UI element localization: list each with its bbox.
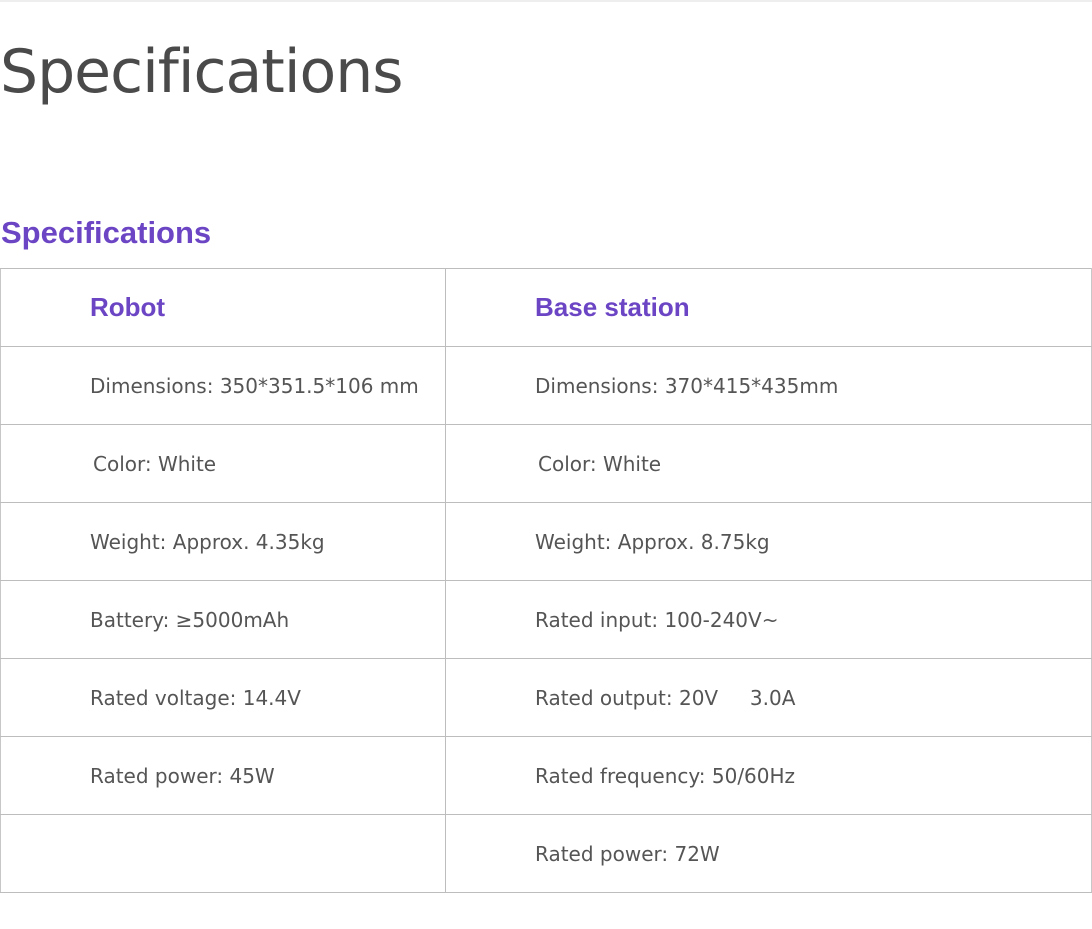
robot-spec-cell: Battery: ≥5000mAh	[0, 580, 446, 659]
base-spec-cell: Rated output: 20V 3.0A	[445, 658, 1092, 737]
table-row: Rated voltage: 14.4V Rated output: 20V 3…	[0, 658, 1092, 737]
table-row: Weight: Approx. 4.35kg Weight: Approx. 8…	[0, 502, 1092, 581]
base-weight: Weight: Approx. 8.75kg	[535, 529, 770, 554]
base-rated-output: Rated output: 20V 3.0A	[535, 685, 796, 710]
base-rated-power: Rated power: 72W	[535, 841, 720, 866]
robot-spec-cell: Weight: Approx. 4.35kg	[0, 502, 446, 581]
robot-weight: Weight: Approx. 4.35kg	[90, 529, 325, 554]
column-header-robot: Robot	[90, 292, 166, 322]
header-cell-robot: Robot	[0, 268, 446, 347]
robot-spec-cell: Color: White	[0, 424, 446, 503]
robot-rated-power: Rated power: 45W	[90, 763, 275, 788]
robot-battery: Battery: ≥5000mAh	[90, 607, 290, 632]
table-row: Battery: ≥5000mAh Rated input: 100-240V~	[0, 580, 1092, 659]
section-title: Specifications	[1, 215, 212, 250]
table-header-row: Robot Base station	[0, 268, 1092, 347]
table-row: Color: White Color: White	[0, 424, 1092, 503]
header-cell-base-station: Base station	[445, 268, 1092, 347]
table-row: Rated power: 72W	[0, 814, 1092, 893]
base-color: Color: White	[538, 451, 662, 476]
base-spec-cell: Weight: Approx. 8.75kg	[445, 502, 1092, 581]
specifications-table: Robot Base station Dimensions: 350*351.5…	[0, 268, 1092, 893]
base-dimensions: Dimensions: 370*415*435mm	[535, 373, 839, 398]
robot-rated-voltage: Rated voltage: 14.4V	[90, 685, 301, 710]
base-rated-frequency: Rated frequency: 50/60Hz	[535, 763, 796, 788]
base-spec-cell: Color: White	[445, 424, 1092, 503]
base-spec-cell: Rated power: 72W	[445, 814, 1092, 893]
robot-color: Color: White	[93, 451, 217, 476]
base-rated-input: Rated input: 100-240V~	[535, 607, 779, 632]
base-spec-cell: Rated input: 100-240V~	[445, 580, 1092, 659]
robot-dimensions: Dimensions: 350*351.5*106 mm	[90, 373, 419, 398]
page-title: Specifications	[0, 37, 403, 107]
base-spec-cell: Dimensions: 370*415*435mm	[445, 346, 1092, 425]
column-header-base-station: Base station	[535, 292, 690, 322]
robot-spec-cell-empty	[0, 814, 446, 893]
robot-spec-cell: Rated power: 45W	[0, 736, 446, 815]
robot-spec-cell: Dimensions: 350*351.5*106 mm	[0, 346, 446, 425]
table-row: Dimensions: 350*351.5*106 mm Dimensions:…	[0, 346, 1092, 425]
top-divider	[0, 0, 1092, 2]
base-spec-cell: Rated frequency: 50/60Hz	[445, 736, 1092, 815]
table-row: Rated power: 45W Rated frequency: 50/60H…	[0, 736, 1092, 815]
robot-spec-cell: Rated voltage: 14.4V	[0, 658, 446, 737]
